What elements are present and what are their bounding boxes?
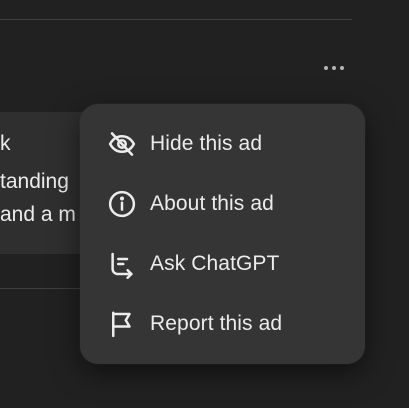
eye-off-icon — [107, 129, 137, 159]
more-dot-icon — [324, 66, 328, 70]
ad-feed-view: k tanding and a m Hide this ad About thi… — [0, 0, 409, 408]
menu-item-label: Ask ChatGPT — [150, 252, 280, 275]
menu-item-hide-ad[interactable]: Hide this ad — [80, 114, 365, 174]
info-icon — [107, 189, 137, 219]
more-dot-icon — [332, 66, 336, 70]
chatgpt-ask-icon — [107, 249, 137, 279]
top-divider — [0, 19, 352, 20]
menu-item-label: About this ad — [150, 192, 274, 215]
menu-item-report-ad[interactable]: Report this ad — [80, 294, 365, 354]
ad-card-line: tanding — [0, 170, 69, 193]
ad-card-line: and a m — [0, 203, 76, 226]
menu-item-ask-chatgpt[interactable]: Ask ChatGPT — [80, 234, 365, 294]
ad-options-menu: Hide this ad About this ad Ask ChatGPT R… — [80, 104, 365, 364]
more-options-button[interactable] — [316, 56, 352, 80]
menu-item-label: Report this ad — [150, 312, 283, 335]
flag-icon — [107, 309, 137, 339]
more-dot-icon — [340, 66, 344, 70]
ad-card-line: k — [0, 132, 11, 155]
menu-item-label: Hide this ad — [150, 132, 263, 155]
menu-item-about-ad[interactable]: About this ad — [80, 174, 365, 234]
